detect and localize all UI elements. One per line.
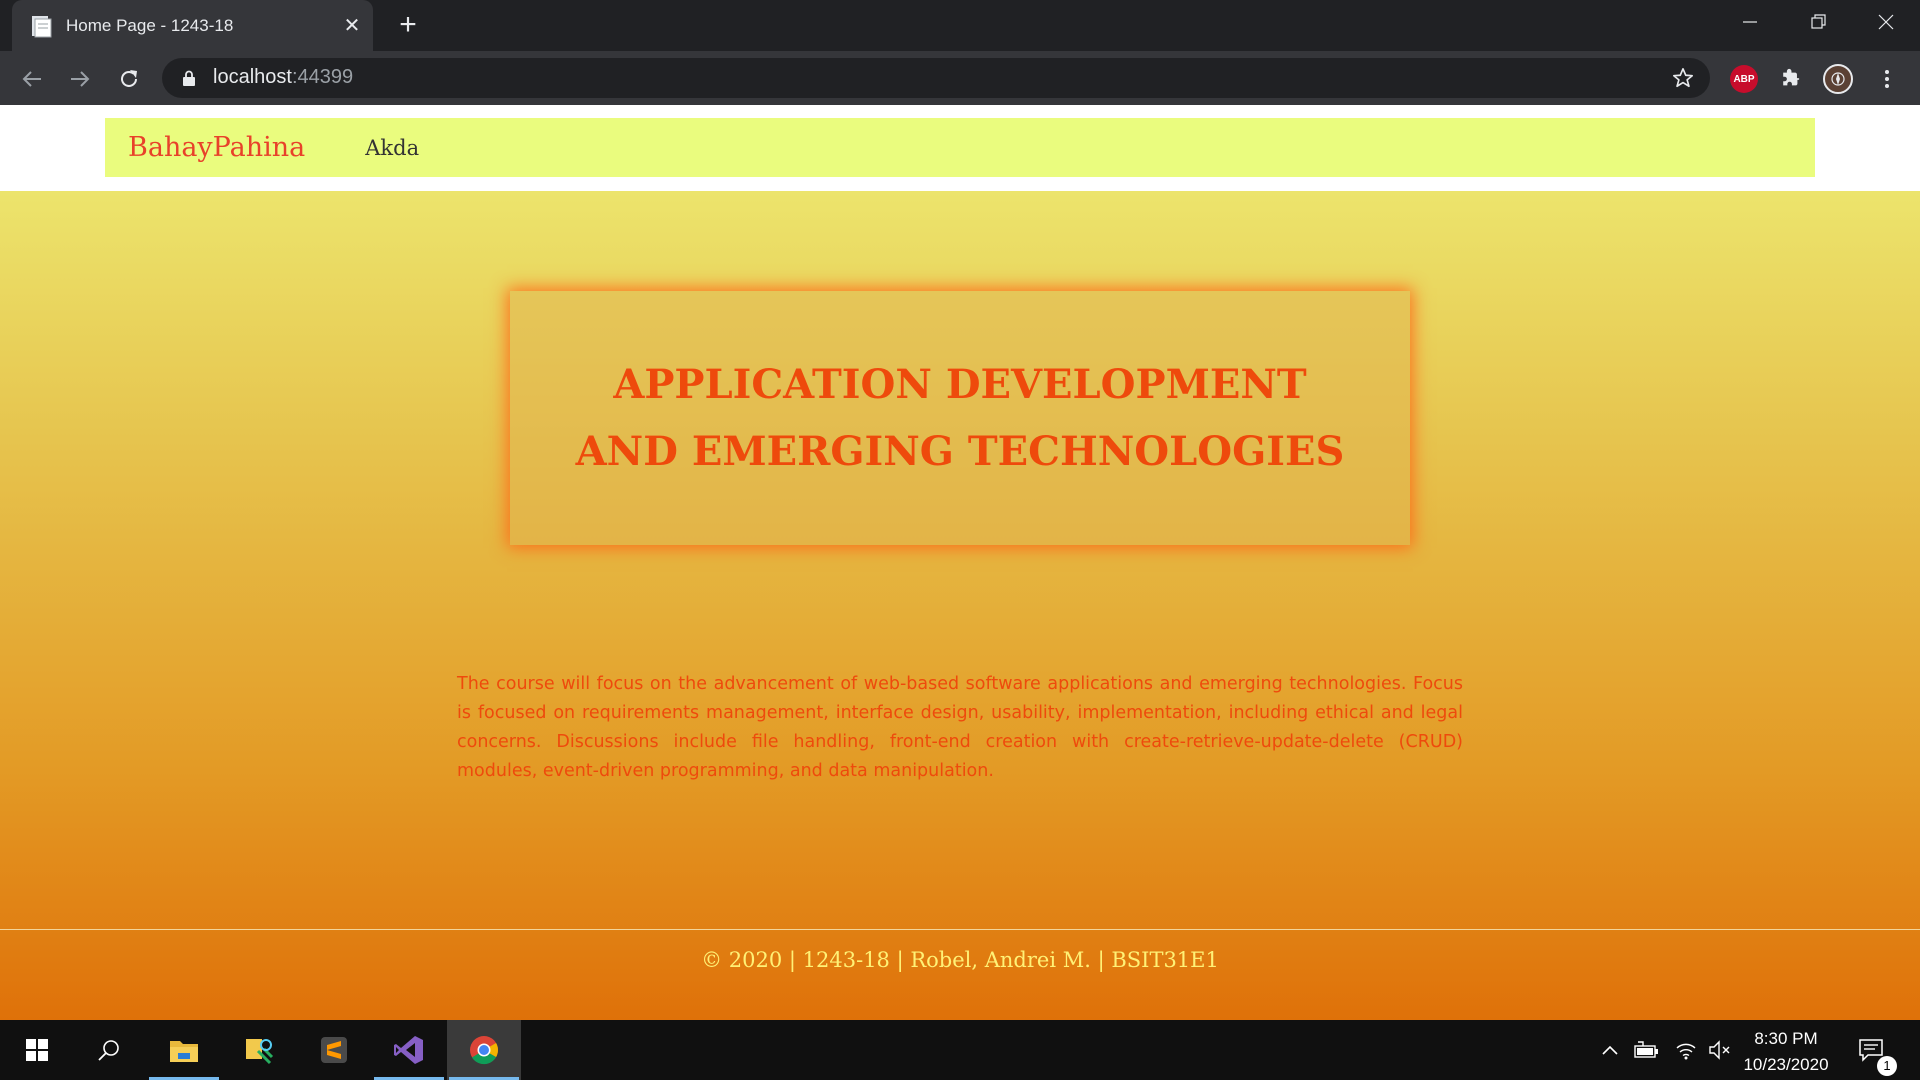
clock-date: 10/23/2020: [1743, 1055, 1829, 1074]
tab-title: Home Page - 1243-18: [66, 15, 234, 35]
brand-link[interactable]: BahayPahina: [128, 132, 305, 163]
browser-tab[interactable]: Home Page - 1243-18 ✕: [12, 0, 373, 51]
adblock-icon[interactable]: ABP: [1728, 63, 1760, 95]
site-footer: © 2020 | 1243-18 | Robel, Andrei M. | BS…: [701, 948, 1219, 972]
search-icon[interactable]: [72, 1020, 146, 1080]
footer-divider: [0, 929, 1920, 930]
window-close-icon[interactable]: [1852, 0, 1920, 44]
chrome-icon[interactable]: [447, 1020, 521, 1080]
title-card: APPLICATION DEVELOPMENT AND EMERGING TEC…: [510, 291, 1410, 545]
browser-toolbar: localhost:44399 ABP: [0, 51, 1920, 105]
bookmark-star-icon[interactable]: [1672, 67, 1694, 94]
profile-avatar-icon[interactable]: [1822, 63, 1854, 95]
wifi-icon[interactable]: [1670, 1020, 1702, 1080]
taskbar-clock[interactable]: 8:30 PM 10/23/2020: [1730, 1026, 1842, 1078]
address-bar[interactable]: localhost:44399: [162, 58, 1710, 98]
visual-studio-icon[interactable]: [372, 1020, 446, 1080]
navbar-container: BahayPahina Akda: [0, 105, 1920, 191]
sublime-text-icon[interactable]: [297, 1020, 371, 1080]
minimize-icon[interactable]: [1716, 0, 1784, 44]
web-page: BahayPahina Akda APPLICATION DEVELOPMENT…: [0, 105, 1920, 1020]
file-explorer-icon[interactable]: [147, 1020, 221, 1080]
lock-icon: [182, 70, 196, 91]
page-title: APPLICATION DEVELOPMENT AND EMERGING TEC…: [575, 361, 1345, 475]
new-tab-icon[interactable]: +: [390, 8, 426, 44]
window-controls: [1716, 0, 1920, 44]
hero-section: APPLICATION DEVELOPMENT AND EMERGING TEC…: [0, 191, 1920, 1020]
tray-chevron-icon[interactable]: [1596, 1020, 1624, 1080]
windows-taskbar: 8:30 PM 10/23/2020 1: [0, 1020, 1920, 1080]
tab-close-icon[interactable]: ✕: [331, 13, 373, 38]
nav-link-akda[interactable]: Akda: [365, 136, 419, 160]
tab-page-icon: [30, 14, 52, 38]
course-description: The course will focus on the advancement…: [457, 674, 1463, 781]
tool-icon[interactable]: [222, 1020, 296, 1080]
browser-tab-strip: Home Page - 1243-18 ✕ +: [0, 0, 1920, 51]
notification-count-badge: 1: [1877, 1056, 1897, 1076]
url-text: localhost:44399: [213, 66, 354, 88]
extensions-icon[interactable]: [1775, 63, 1807, 95]
site-navbar: BahayPahina Akda: [105, 118, 1815, 177]
back-icon[interactable]: [16, 63, 48, 95]
forward-icon[interactable]: [64, 63, 96, 95]
windows-start-icon[interactable]: [0, 1020, 74, 1080]
clock-time: 8:30 PM: [1754, 1029, 1818, 1048]
browser-menu-icon[interactable]: [1871, 63, 1903, 95]
battery-icon[interactable]: [1631, 1020, 1663, 1080]
restore-icon[interactable]: [1784, 0, 1852, 44]
reload-icon[interactable]: [113, 63, 145, 95]
